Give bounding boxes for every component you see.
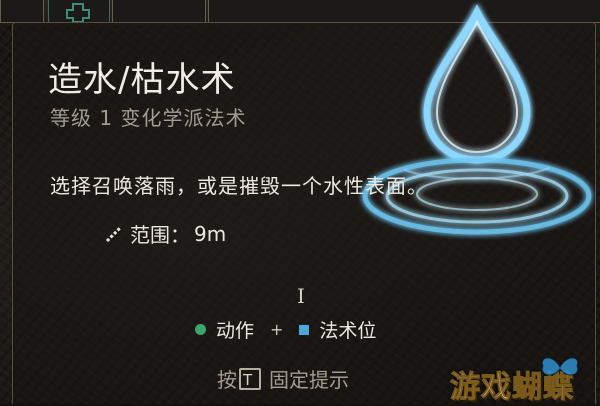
range-label: 范围： xyxy=(130,223,190,247)
action-label: 动作 xyxy=(216,320,255,342)
range-value: 9m xyxy=(194,221,227,246)
ruler-icon xyxy=(105,225,123,242)
water-drop-icon xyxy=(362,4,592,235)
spell-title: 造水/枯水术 xyxy=(48,60,236,100)
spell-level-school: 等级 1 变化学派法术 xyxy=(50,106,247,130)
pin-hint-prefix: 按 xyxy=(217,368,237,392)
pin-tooltip-hint: 按 T 固定提示 xyxy=(217,364,349,393)
cost-separator: + xyxy=(270,320,284,339)
butterfly-logo-icon xyxy=(541,357,579,376)
hotbar-slot[interactable] xyxy=(48,0,110,23)
text-cursor-icon: Ι xyxy=(297,284,305,308)
spell-slot-icon xyxy=(299,324,310,335)
hotbar-slot[interactable] xyxy=(0,0,44,23)
spell-cost: 动作 + 法术位 xyxy=(195,316,376,343)
keybind-key: T xyxy=(239,367,261,390)
plus-icon xyxy=(66,3,90,23)
spell-description: 选择召唤落雨，或是摧毁一个水性表面。 xyxy=(50,174,428,198)
pin-hint-suffix: 固定提示 xyxy=(269,368,349,392)
action-dot-icon xyxy=(195,324,206,335)
hotbar-slot[interactable] xyxy=(112,0,206,23)
spell-range: 范围： 9m xyxy=(104,219,226,248)
spell-slot-label: 法术位 xyxy=(319,320,377,342)
